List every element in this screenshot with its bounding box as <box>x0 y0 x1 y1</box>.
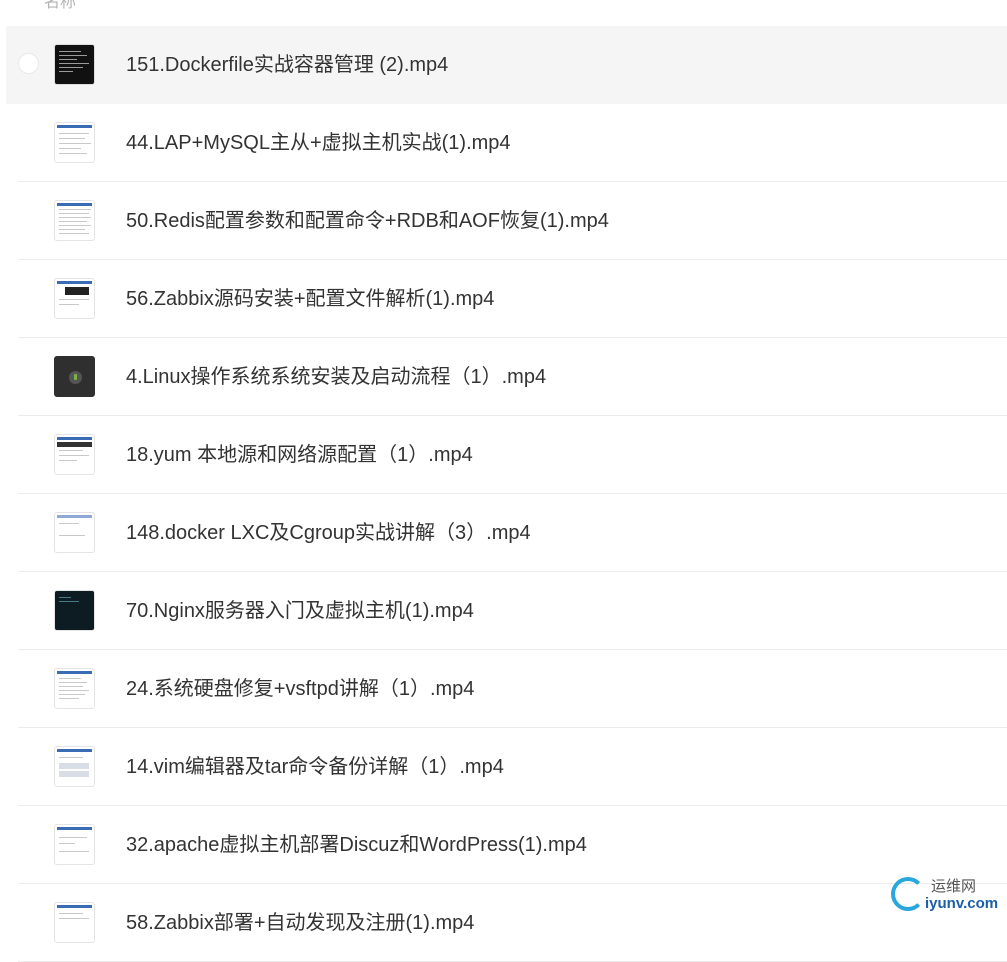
file-name[interactable]: 70.Nginx服务器入门及虚拟主机(1).mp4 <box>126 572 474 650</box>
file-name[interactable]: 24.系统硬盘修复+vsftpd讲解（1）.mp4 <box>126 650 474 728</box>
video-thumbnail[interactable] <box>54 746 95 787</box>
video-thumbnail[interactable] <box>54 824 95 865</box>
video-thumbnail[interactable] <box>54 44 95 85</box>
watermark-domain: iyunv.com <box>925 895 999 912</box>
file-name[interactable]: 148.docker LXC及Cgroup实战讲解（3）.mp4 <box>126 494 531 572</box>
microphone-icon <box>69 371 82 384</box>
video-thumbnail[interactable] <box>54 434 95 475</box>
file-name[interactable]: 50.Redis配置参数和配置命令+RDB和AOF恢复(1).mp4 <box>126 182 609 260</box>
file-row[interactable]: 4.Linux操作系统系统安装及启动流程（1）.mp4 <box>0 338 1007 416</box>
video-thumbnail[interactable] <box>54 902 95 943</box>
file-name[interactable]: 32.apache虚拟主机部署Discuz和WordPress(1).mp4 <box>126 806 587 884</box>
file-row[interactable]: 148.docker LXC及Cgroup实战讲解（3）.mp4 <box>0 494 1007 572</box>
site-watermark: 运维网 iyunv.com <box>891 875 1001 919</box>
video-thumbnail[interactable] <box>54 668 95 709</box>
video-thumbnail[interactable] <box>54 200 95 241</box>
video-thumbnail[interactable] <box>54 278 95 319</box>
file-row[interactable]: 70.Nginx服务器入门及虚拟主机(1).mp4 <box>0 572 1007 650</box>
file-name[interactable]: 18.yum 本地源和网络源配置（1）.mp4 <box>126 416 473 494</box>
file-name[interactable]: 56.Zabbix源码安装+配置文件解析(1).mp4 <box>126 260 494 338</box>
file-list: 151.Dockerfile实战容器管理 (2).mp4 44.LAP+MySQ… <box>0 26 1007 962</box>
video-thumbnail[interactable] <box>54 356 95 397</box>
file-name[interactable]: 14.vim编辑器及tar命令备份详解（1）.mp4 <box>126 728 504 806</box>
file-row[interactable]: 58.Zabbix部署+自动发现及注册(1).mp4 <box>0 884 1007 962</box>
file-row[interactable]: 151.Dockerfile实战容器管理 (2).mp4 <box>6 26 1007 104</box>
file-row[interactable]: 44.LAP+MySQL主从+虚拟主机实战(1).mp4 <box>0 104 1007 182</box>
file-name[interactable]: 58.Zabbix部署+自动发现及注册(1).mp4 <box>126 884 474 962</box>
file-row[interactable]: 32.apache虚拟主机部署Discuz和WordPress(1).mp4 <box>0 806 1007 884</box>
video-thumbnail[interactable] <box>54 512 95 553</box>
file-name[interactable]: 44.LAP+MySQL主从+虚拟主机实战(1).mp4 <box>126 104 511 182</box>
file-row[interactable]: 50.Redis配置参数和配置命令+RDB和AOF恢复(1).mp4 <box>0 182 1007 260</box>
column-header-name[interactable]: 名称 <box>44 0 76 12</box>
file-row[interactable]: 56.Zabbix源码安装+配置文件解析(1).mp4 <box>0 260 1007 338</box>
file-name[interactable]: 4.Linux操作系统系统安装及启动流程（1）.mp4 <box>126 338 546 416</box>
video-thumbnail[interactable] <box>54 122 95 163</box>
file-row[interactable]: 18.yum 本地源和网络源配置（1）.mp4 <box>0 416 1007 494</box>
video-thumbnail[interactable] <box>54 590 95 631</box>
file-row[interactable]: 14.vim编辑器及tar命令备份详解（1）.mp4 <box>0 728 1007 806</box>
watermark-title: 运维网 <box>931 878 977 895</box>
file-row[interactable]: 24.系统硬盘修复+vsftpd讲解（1）.mp4 <box>0 650 1007 728</box>
logo-icon <box>891 877 925 911</box>
file-name[interactable]: 151.Dockerfile实战容器管理 (2).mp4 <box>126 26 448 104</box>
row-checkbox[interactable] <box>18 53 39 74</box>
